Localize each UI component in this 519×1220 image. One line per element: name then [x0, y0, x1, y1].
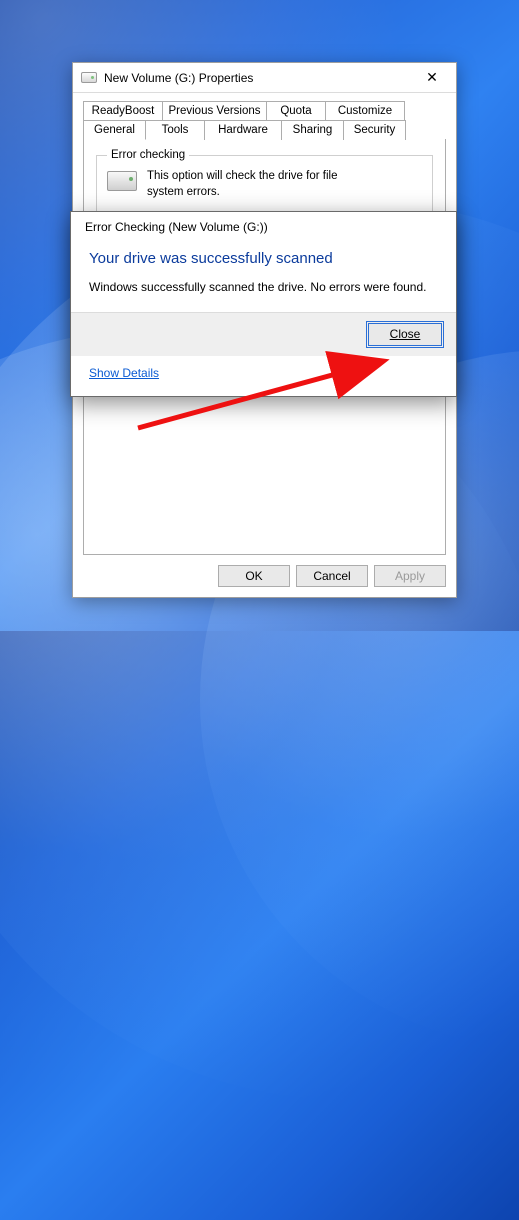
group-description: This option will check the drive for fil…: [147, 169, 367, 200]
cancel-button[interactable]: Cancel: [296, 565, 368, 587]
apply-button: Apply: [374, 565, 446, 587]
close-icon[interactable]: ✕: [412, 69, 452, 86]
tab-strip: ReadyBoost Previous Versions Quota Custo…: [83, 101, 446, 140]
tab-general[interactable]: General: [83, 120, 146, 140]
dialog-header: Error Checking (New Volume (G:)): [71, 212, 456, 238]
tab-readyboost[interactable]: ReadyBoost: [83, 101, 163, 121]
dialog-button-row: OK Cancel Apply: [83, 555, 446, 587]
titlebar[interactable]: New Volume (G:) Properties ✕: [73, 63, 456, 93]
tab-security[interactable]: Security: [343, 120, 406, 140]
group-legend: Error checking: [107, 149, 189, 161]
tab-quota[interactable]: Quota: [266, 101, 326, 121]
dialog-body: Windows successfully scanned the drive. …: [89, 279, 438, 296]
ok-button[interactable]: OK: [218, 565, 290, 587]
tab-tools[interactable]: Tools: [145, 120, 205, 140]
tab-customize[interactable]: Customize: [325, 101, 405, 121]
show-details-link[interactable]: Show Details: [89, 366, 159, 380]
error-checking-dialog: Error Checking (New Volume (G:)) Your dr…: [70, 211, 457, 397]
tab-previous-versions[interactable]: Previous Versions: [162, 101, 267, 121]
dialog-title: Your drive was successfully scanned: [89, 244, 438, 279]
drive-icon: [107, 171, 137, 191]
close-button[interactable]: Close: [368, 323, 442, 346]
tab-sharing[interactable]: Sharing: [281, 120, 344, 140]
error-checking-group: Error checking This option will check th…: [96, 149, 433, 213]
window-title: New Volume (G:) Properties: [104, 71, 412, 85]
tab-hardware[interactable]: Hardware: [204, 120, 282, 140]
drive-icon: [81, 72, 97, 83]
